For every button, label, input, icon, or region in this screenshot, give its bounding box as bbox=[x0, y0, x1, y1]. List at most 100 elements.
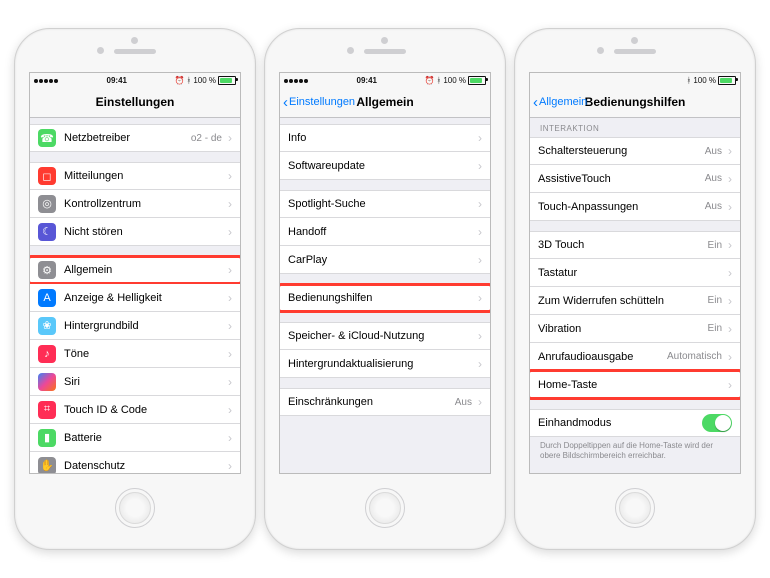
chevron-right-icon: › bbox=[228, 225, 232, 239]
row-siri[interactable]: Siri› bbox=[30, 368, 240, 396]
phone-2: 09:41 ⏰ ᚼ 100 % ‹ Einstellungen Allgemei… bbox=[264, 28, 506, 550]
status-bar: 09:41 ⏰ ᚼ 100 % bbox=[30, 73, 240, 87]
chevron-right-icon: › bbox=[728, 266, 732, 280]
chevron-right-icon: › bbox=[728, 238, 732, 252]
row-label: Zum Widerrufen schütteln bbox=[538, 295, 708, 307]
settings-group: Spotlight-Suche›Handoff›CarPlay› bbox=[280, 190, 490, 274]
row-batterie[interactable]: ▮Batterie› bbox=[30, 424, 240, 452]
chevron-right-icon: › bbox=[728, 378, 732, 392]
home-button[interactable] bbox=[115, 488, 155, 528]
row-label: CarPlay bbox=[288, 254, 478, 266]
row-netzbetreiber[interactable]: ☎Netzbetreibero2 - de› bbox=[30, 124, 240, 152]
chevron-right-icon: › bbox=[728, 294, 732, 308]
row-spotlight[interactable]: Spotlight-Suche› bbox=[280, 190, 490, 218]
row-touchid-icon: ⌗ bbox=[38, 401, 56, 419]
phone-1: 09:41 ⏰ ᚼ 100 % Einstellungen ☎ Netzbetre… bbox=[14, 28, 256, 550]
battery-icon bbox=[218, 76, 236, 85]
row-carplay[interactable]: CarPlay› bbox=[280, 246, 490, 274]
home-button[interactable] bbox=[615, 488, 655, 528]
row-bedienungshilfen[interactable]: Bedienungshilfen› bbox=[280, 284, 490, 312]
toggle-switch[interactable] bbox=[702, 414, 732, 432]
row-3d-touch[interactable]: 3D TouchEin› bbox=[530, 231, 740, 259]
chevron-right-icon: › bbox=[228, 403, 232, 417]
settings-group: 3D TouchEin›Tastatur›Zum Widerrufen schü… bbox=[530, 231, 740, 399]
chevron-right-icon: › bbox=[228, 375, 232, 389]
chevron-right-icon: › bbox=[728, 172, 732, 186]
row-toene[interactable]: ♪Töne› bbox=[30, 340, 240, 368]
chevron-right-icon: › bbox=[478, 197, 482, 211]
chevron-right-icon: › bbox=[728, 322, 732, 336]
row-tastatur[interactable]: Tastatur› bbox=[530, 259, 740, 287]
row-datenschutz-icon: ✋ bbox=[38, 457, 56, 474]
row-kontrollzentrum-icon: ◎ bbox=[38, 195, 56, 213]
row-mitteilungen-icon: ◻ bbox=[38, 167, 56, 185]
row-allgemein[interactable]: ⚙Allgemein› bbox=[30, 256, 240, 284]
chevron-right-icon: › bbox=[478, 291, 482, 305]
row-speicher[interactable]: Speicher- & iCloud-Nutzung› bbox=[280, 322, 490, 350]
settings-list[interactable]: ☎Netzbetreibero2 - de›◻Mitteilungen›◎Kon… bbox=[30, 118, 240, 473]
row-detail: Automatisch bbox=[667, 351, 722, 362]
row-netzbetreiber-icon: ☎ bbox=[38, 129, 56, 147]
row-einhandmodus[interactable]: Einhandmodus bbox=[530, 409, 740, 437]
row-batterie-icon: ▮ bbox=[38, 429, 56, 447]
chevron-right-icon: › bbox=[228, 319, 232, 333]
settings-group: INTERAKTIONSchaltersteuerungAus›Assistiv… bbox=[530, 124, 740, 221]
battery-icon bbox=[718, 76, 736, 85]
row-label: Siri bbox=[64, 376, 228, 388]
bluetooth-icon: ᚼ bbox=[687, 76, 692, 85]
signal-dots-icon bbox=[34, 76, 59, 85]
battery-pct: 100 % bbox=[443, 76, 466, 85]
row-touch-anpassungen[interactable]: Touch-AnpassungenAus› bbox=[530, 193, 740, 221]
row-label: Touch-Anpassungen bbox=[538, 201, 705, 213]
row-label: Nicht stören bbox=[64, 226, 228, 238]
nav-back[interactable]: ‹ Einstellungen bbox=[280, 95, 355, 110]
alarm-icon: ⏰ bbox=[175, 76, 185, 85]
nav-bar: Einstellungen bbox=[30, 87, 240, 118]
row-anzeige-icon: A bbox=[38, 289, 56, 307]
row-schuetteln[interactable]: Zum Widerrufen schüttelnEin› bbox=[530, 287, 740, 315]
row-info[interactable]: Info› bbox=[280, 124, 490, 152]
settings-group: ◻Mitteilungen›◎Kontrollzentrum›☾Nicht st… bbox=[30, 162, 240, 246]
row-label: Anzeige & Helligkeit bbox=[64, 292, 228, 304]
row-einschraenkungen[interactable]: EinschränkungenAus› bbox=[280, 388, 490, 416]
chevron-right-icon: › bbox=[228, 431, 232, 445]
row-hintergrund[interactable]: ❀ Hintergrundbild› bbox=[30, 312, 240, 340]
settings-group: ⚙Allgemein›AAnzeige & Helligkeit›❀Hinter… bbox=[30, 256, 240, 473]
row-label: Anrufaudioausgabe bbox=[538, 351, 667, 363]
status-bar: ᚼ 100 % bbox=[530, 73, 740, 87]
row-softwareupdate[interactable]: Softwareupdate› bbox=[280, 152, 490, 180]
home-button[interactable] bbox=[365, 488, 405, 528]
chevron-right-icon: › bbox=[478, 131, 482, 145]
row-label: Hintergrundbild bbox=[64, 320, 228, 332]
row-anrufaudio[interactable]: AnrufaudioausgabeAutomatisch› bbox=[530, 343, 740, 371]
bluetooth-icon: ᚼ bbox=[187, 76, 192, 85]
row-kontrollzentrum[interactable]: ◎Kontrollzentrum› bbox=[30, 190, 240, 218]
row-schaltersteuerung[interactable]: SchaltersteuerungAus› bbox=[530, 137, 740, 165]
chevron-right-icon: › bbox=[228, 131, 232, 145]
battery-icon bbox=[468, 76, 486, 85]
row-home-taste[interactable]: Home-Taste› bbox=[530, 371, 740, 399]
row-vibration[interactable]: VibrationEin› bbox=[530, 315, 740, 343]
stage: 09:41 ⏰ ᚼ 100 % Einstellungen ☎ Netzbetre… bbox=[0, 0, 770, 578]
general-list[interactable]: Info›Softwareupdate› Spotlight-Suche›Hand… bbox=[280, 118, 490, 473]
chevron-right-icon: › bbox=[228, 291, 232, 305]
row-handoff[interactable]: Handoff› bbox=[280, 218, 490, 246]
nav-bar: ‹ Einstellungen Allgemein bbox=[280, 87, 490, 118]
row-label: Hintergrundaktualisierung bbox=[288, 358, 478, 370]
accessibility-list[interactable]: INTERAKTIONSchaltersteuerungAus›Assistiv… bbox=[530, 118, 740, 473]
chevron-right-icon: › bbox=[228, 197, 232, 211]
row-label: Netzbetreiber bbox=[64, 132, 191, 144]
nav-back[interactable]: ‹ Allgemein bbox=[530, 95, 587, 110]
row-hintergrund-icon: ❀ bbox=[38, 317, 56, 335]
row-assistivetouch[interactable]: AssistiveTouchAus› bbox=[530, 165, 740, 193]
row-datenschutz[interactable]: ✋Datenschutz› bbox=[30, 452, 240, 473]
row-anzeige[interactable]: A Anzeige & Helligkeit› bbox=[30, 284, 240, 312]
row-touchid[interactable]: ⌗Touch ID & Code› bbox=[30, 396, 240, 424]
row-toene-icon: ♪ bbox=[38, 345, 56, 363]
row-mitteilungen[interactable]: ◻Mitteilungen› bbox=[30, 162, 240, 190]
nav-title: Einstellungen bbox=[30, 95, 240, 109]
row-hintergrundakt[interactable]: Hintergrundaktualisierung› bbox=[280, 350, 490, 378]
settings-group: Info›Softwareupdate› bbox=[280, 124, 490, 180]
row-nicht-stoeren[interactable]: ☾Nicht stören› bbox=[30, 218, 240, 246]
chevron-right-icon: › bbox=[478, 225, 482, 239]
